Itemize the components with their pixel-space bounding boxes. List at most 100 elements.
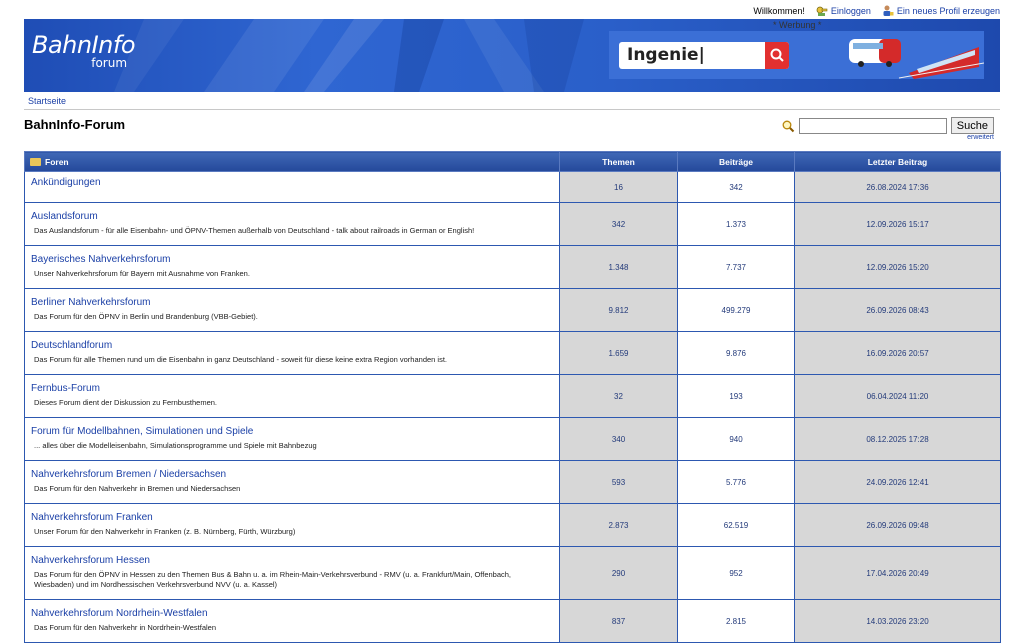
forum-description: Dieses Forum dient der Diskussion zu Fer… xyxy=(34,398,217,408)
breadcrumb-home[interactable]: Startseite xyxy=(28,96,66,106)
register-icon xyxy=(883,5,894,16)
table-row: Nahverkehrsforum Bremen / Niedersachsen … xyxy=(24,460,1001,504)
ad-search-icon xyxy=(770,48,784,62)
last-post[interactable]: 14.03.2026 23:20 xyxy=(794,599,1001,643)
forum-cell: Ankündigungen xyxy=(24,171,560,203)
table-row: Nahverkehrsforum Nordrhein-Westfalen Das… xyxy=(24,599,1001,643)
forum-cell: Auslandsforum Das Auslandsforum - für al… xyxy=(24,202,560,246)
topics-count: 32 xyxy=(559,374,678,418)
last-post[interactable]: 12.09.2026 15:20 xyxy=(794,245,1001,289)
forum-description: Das Forum für den Nahverkehr in Nordrhei… xyxy=(34,623,217,633)
last-post[interactable]: 06.04.2024 11:20 xyxy=(794,374,1001,418)
posts-count: 193 xyxy=(677,374,795,418)
forum-cell: Nahverkehrsforum Bremen / Niedersachsen … xyxy=(24,460,560,504)
ad-train-image xyxy=(849,39,984,79)
login-label: Einloggen xyxy=(830,5,871,16)
forum-link[interactable]: Fernbus-Forum xyxy=(31,383,553,394)
forum-link[interactable]: Bayerisches Nahverkehrsforum xyxy=(31,254,553,265)
ad-search-button xyxy=(765,42,789,69)
last-post[interactable]: 16.09.2026 20:57 xyxy=(794,331,1001,375)
table-row: Deutschlandforum Das Forum für alle Them… xyxy=(24,331,1001,375)
topics-count: 2.873 xyxy=(559,503,678,547)
last-post[interactable]: 26.09.2026 09:48 xyxy=(794,503,1001,547)
user-bar: Willkommen! Einloggen Ein neues Profil e… xyxy=(753,4,1000,17)
login-icon xyxy=(816,6,828,16)
last-post[interactable]: 08.12.2025 17:28 xyxy=(794,417,1001,461)
site-logo[interactable]: BahnInfo forum xyxy=(32,31,136,70)
last-post[interactable]: 12.09.2026 15:17 xyxy=(794,202,1001,246)
search-area: Suche xyxy=(781,117,994,134)
search-icon xyxy=(782,120,795,132)
forum-description: Das Auslandsforum - für alle Eisenbahn- … xyxy=(34,226,475,236)
topics-count: 1.659 xyxy=(559,331,678,375)
forum-cell: Nahverkehrsforum Franken Unser Forum für… xyxy=(24,503,560,547)
last-post[interactable]: 26.08.2024 17:36 xyxy=(794,171,1001,203)
breadcrumb: Startseite xyxy=(28,96,66,106)
forum-link[interactable]: Forum für Modellbahnen, Simulationen und… xyxy=(31,426,553,437)
forum-link[interactable]: Auslandsforum xyxy=(31,211,553,222)
forum-description: Das Forum für den ÖPNV in Hessen zu den … xyxy=(34,570,512,589)
forum-link[interactable]: Nahverkehrsforum Bremen / Niedersachsen xyxy=(31,469,553,480)
forum-description: Unser Nahverkehrsforum für Bayern mit Au… xyxy=(34,269,250,279)
forum-link[interactable]: Deutschlandforum xyxy=(31,340,553,351)
table-row: Nahverkehrsforum Hessen Das Forum für de… xyxy=(24,546,1001,600)
forum-cell: Berliner Nahverkehrsforum Das Forum für … xyxy=(24,288,560,332)
search-button[interactable]: Suche xyxy=(950,117,994,134)
forum-cell: Nahverkehrsforum Nordrhein-Westfalen Das… xyxy=(24,599,560,643)
posts-count: 5.776 xyxy=(677,460,795,504)
topics-count: 837 xyxy=(559,599,678,643)
topics-count: 1.348 xyxy=(559,245,678,289)
forum-cell: Deutschlandforum Das Forum für alle Them… xyxy=(24,331,560,375)
last-post[interactable]: 26.09.2026 08:43 xyxy=(794,288,1001,332)
table-row: Fernbus-Forum Dieses Forum dient der Dis… xyxy=(24,374,1001,418)
header-forums: Foren xyxy=(24,151,560,172)
search-input[interactable] xyxy=(798,117,947,134)
register-link[interactable]: Ein neues Profil erzeugen xyxy=(881,4,1000,17)
logo-main: BahnInfo xyxy=(32,31,136,59)
forum-cell: Nahverkehrsforum Hessen Das Forum für de… xyxy=(24,546,560,600)
forum-description: Unser Forum für den Nahverkehr in Franke… xyxy=(34,527,296,537)
header-posts: Beiträge xyxy=(677,151,795,172)
last-post[interactable]: 17.04.2026 20:49 xyxy=(794,546,1001,600)
last-post[interactable]: 24.09.2026 12:41 xyxy=(794,460,1001,504)
register-label: Ein neues Profil erzeugen xyxy=(896,5,1000,16)
folder-icon xyxy=(30,157,41,166)
divider xyxy=(24,109,1000,110)
header-topics: Themen xyxy=(559,151,678,172)
forum-cell: Forum für Modellbahnen, Simulationen und… xyxy=(24,417,560,461)
forum-link[interactable]: Nahverkehrsforum Franken xyxy=(31,512,553,523)
posts-count: 62.519 xyxy=(677,503,795,547)
posts-count: 2.815 xyxy=(677,599,795,643)
forum-link[interactable]: Berliner Nahverkehrsforum xyxy=(31,297,553,308)
topics-count: 290 xyxy=(559,546,678,600)
posts-count: 952 xyxy=(677,546,795,600)
ad-label: * Werbung * xyxy=(773,20,822,30)
forum-link[interactable]: Nahverkehrsforum Hessen xyxy=(31,555,553,566)
ad-banner[interactable]: Ingenie| xyxy=(609,31,984,79)
table-row: Bayerisches Nahverkehrsforum Unser Nahve… xyxy=(24,245,1001,289)
ad-search-box: Ingenie| xyxy=(619,42,789,69)
topics-count: 593 xyxy=(559,460,678,504)
forum-cell: Bayerisches Nahverkehrsforum Unser Nahve… xyxy=(24,245,560,289)
table-row: Berliner Nahverkehrsforum Das Forum für … xyxy=(24,288,1001,332)
forum-description: Das Forum für den Nahverkehr in Bremen u… xyxy=(34,484,241,494)
forum-table: Foren Themen Beiträge Letzter Beitrag An… xyxy=(24,151,1001,643)
table-row: Forum für Modellbahnen, Simulationen und… xyxy=(24,417,1001,461)
posts-count: 342 xyxy=(677,171,795,203)
posts-count: 7.737 xyxy=(677,245,795,289)
posts-count: 9.876 xyxy=(677,331,795,375)
extended-search-link[interactable]: erweitert xyxy=(967,134,994,141)
table-row: Ankündigungen 16 342 26.08.2024 17:36 xyxy=(24,171,1001,203)
welcome-text: Willkommen! xyxy=(753,5,805,16)
table-row: Nahverkehrsforum Franken Unser Forum für… xyxy=(24,503,1001,547)
forum-link[interactable]: Nahverkehrsforum Nordrhein-Westfalen xyxy=(31,608,553,619)
header-banner: BahnInfo forum * Werbung * Ingenie| xyxy=(24,19,1000,92)
posts-count: 499.279 xyxy=(677,288,795,332)
table-header-row: Foren Themen Beiträge Letzter Beitrag xyxy=(24,151,1001,172)
forum-link[interactable]: Ankündigungen xyxy=(31,177,553,188)
forum-description: Das Forum für den ÖPNV in Berlin und Bra… xyxy=(34,312,258,322)
login-link[interactable]: Einloggen xyxy=(815,4,871,17)
forum-description: ... alles über die Modelleisenbahn, Simu… xyxy=(34,441,317,451)
posts-count: 940 xyxy=(677,417,795,461)
topics-count: 340 xyxy=(559,417,678,461)
